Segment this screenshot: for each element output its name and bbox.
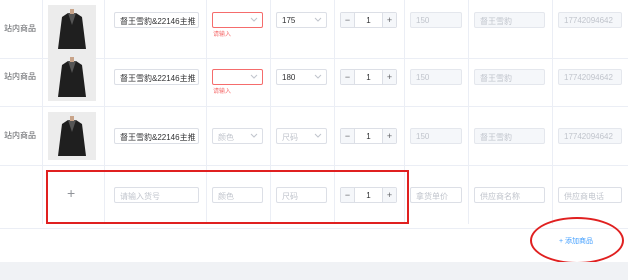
product-thumbnail — [48, 5, 96, 53]
decrease-button[interactable]: − — [341, 70, 355, 84]
column-divider — [468, 48, 469, 106]
column-divider — [404, 48, 405, 106]
chevron-down-icon — [314, 17, 322, 22]
color-select[interactable] — [212, 69, 263, 85]
supplier-input[interactable]: 供应商名称 — [474, 187, 545, 203]
product-type-label: 站内商品 — [4, 24, 36, 33]
column-divider — [42, 166, 43, 224]
table-row: 站内商品 督王雪豹&22146主推款3 颜色 尺码 − 1 + 150 督王雪豹… — [0, 107, 628, 166]
chevron-down-icon — [250, 74, 258, 79]
phone-input[interactable]: 供应商电话 — [558, 187, 622, 203]
product-name-input[interactable]: 督王雪豹&22146主推款3 — [114, 12, 199, 28]
decrease-button[interactable]: − — [341, 129, 355, 143]
product-type-label: 站内商品 — [4, 131, 36, 140]
column-divider — [334, 48, 335, 106]
column-divider — [468, 107, 469, 165]
chevron-down-icon — [250, 17, 258, 22]
highlight-rectangle — [46, 170, 409, 224]
supplier-field: 督王雪豹 — [474, 69, 545, 85]
size-select[interactable]: 尺码 — [276, 128, 327, 144]
increase-button[interactable]: + — [382, 129, 396, 143]
phone-field: 17742094642 — [558, 128, 622, 144]
quantity-stepper[interactable]: − 1 + — [340, 12, 397, 28]
size-select[interactable]: 180 — [276, 69, 327, 85]
column-divider — [270, 107, 271, 165]
column-divider — [206, 48, 207, 106]
column-divider — [104, 107, 105, 165]
increase-button[interactable]: + — [382, 70, 396, 84]
chevron-down-icon — [250, 133, 258, 138]
chevron-down-icon — [314, 133, 322, 138]
phone-field: 17742094642 — [558, 69, 622, 85]
supplier-field: 督王雪豹 — [474, 12, 545, 28]
product-thumbnail — [48, 112, 96, 160]
color-select[interactable] — [212, 12, 263, 28]
price-field: 150 — [410, 12, 462, 28]
page-bottom-bar — [0, 262, 628, 280]
column-divider — [404, 107, 405, 165]
column-divider — [270, 48, 271, 106]
phone-field: 17742094642 — [558, 12, 622, 28]
column-divider — [468, 166, 469, 224]
size-select[interactable]: 175 — [276, 12, 327, 28]
column-divider — [334, 107, 335, 165]
table-row: 站内商品 督王雪豹&22146主推款3 请输入 180 − 1 + 150 督王… — [0, 48, 628, 107]
quantity-stepper[interactable]: − 1 + — [340, 128, 397, 144]
column-divider — [42, 107, 43, 165]
product-thumbnail — [48, 53, 96, 101]
quantity-stepper[interactable]: − 1 + — [340, 69, 397, 85]
table-bottom-border — [0, 228, 628, 229]
column-divider — [552, 107, 553, 165]
product-type-label: 站内商品 — [4, 72, 36, 81]
column-divider — [552, 166, 553, 224]
product-name-input[interactable]: 督王雪豹&22146主推款3 — [114, 128, 199, 144]
column-divider — [206, 107, 207, 165]
price-field: 150 — [410, 69, 462, 85]
supplier-field: 督王雪豹 — [474, 128, 545, 144]
column-divider — [42, 48, 43, 106]
color-select[interactable]: 颜色 — [212, 128, 263, 144]
column-divider — [552, 48, 553, 106]
increase-button[interactable]: + — [382, 13, 396, 27]
product-name-input[interactable]: 督王雪豹&22146主推款3 — [114, 69, 199, 85]
color-error-text: 请输入 — [213, 32, 232, 38]
decrease-button[interactable]: − — [341, 13, 355, 27]
highlight-ellipse — [530, 217, 624, 264]
chevron-down-icon — [314, 74, 322, 79]
price-field: 150 — [410, 128, 462, 144]
column-divider — [104, 48, 105, 106]
price-input[interactable]: 拿货单价 — [410, 187, 462, 203]
color-error-text: 请输入 — [213, 89, 232, 95]
